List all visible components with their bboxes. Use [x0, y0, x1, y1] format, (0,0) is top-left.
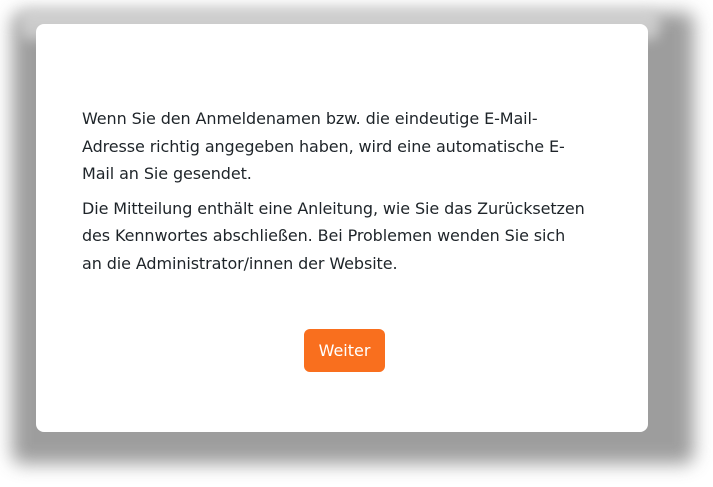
continue-button[interactable]: Weiter [303, 329, 386, 372]
button-row: Weiter [36, 329, 648, 372]
instructions-message: Die Mitteilung enthält eine Anleitung, w… [82, 198, 585, 273]
confirmation-message: Wenn Sie den Anmeldenamen bzw. die einde… [82, 109, 565, 183]
confirmation-card: Wenn Sie den Anmeldenamen bzw. die einde… [36, 24, 648, 432]
screen: Wenn Sie den Anmeldenamen bzw. die einde… [0, 0, 713, 487]
